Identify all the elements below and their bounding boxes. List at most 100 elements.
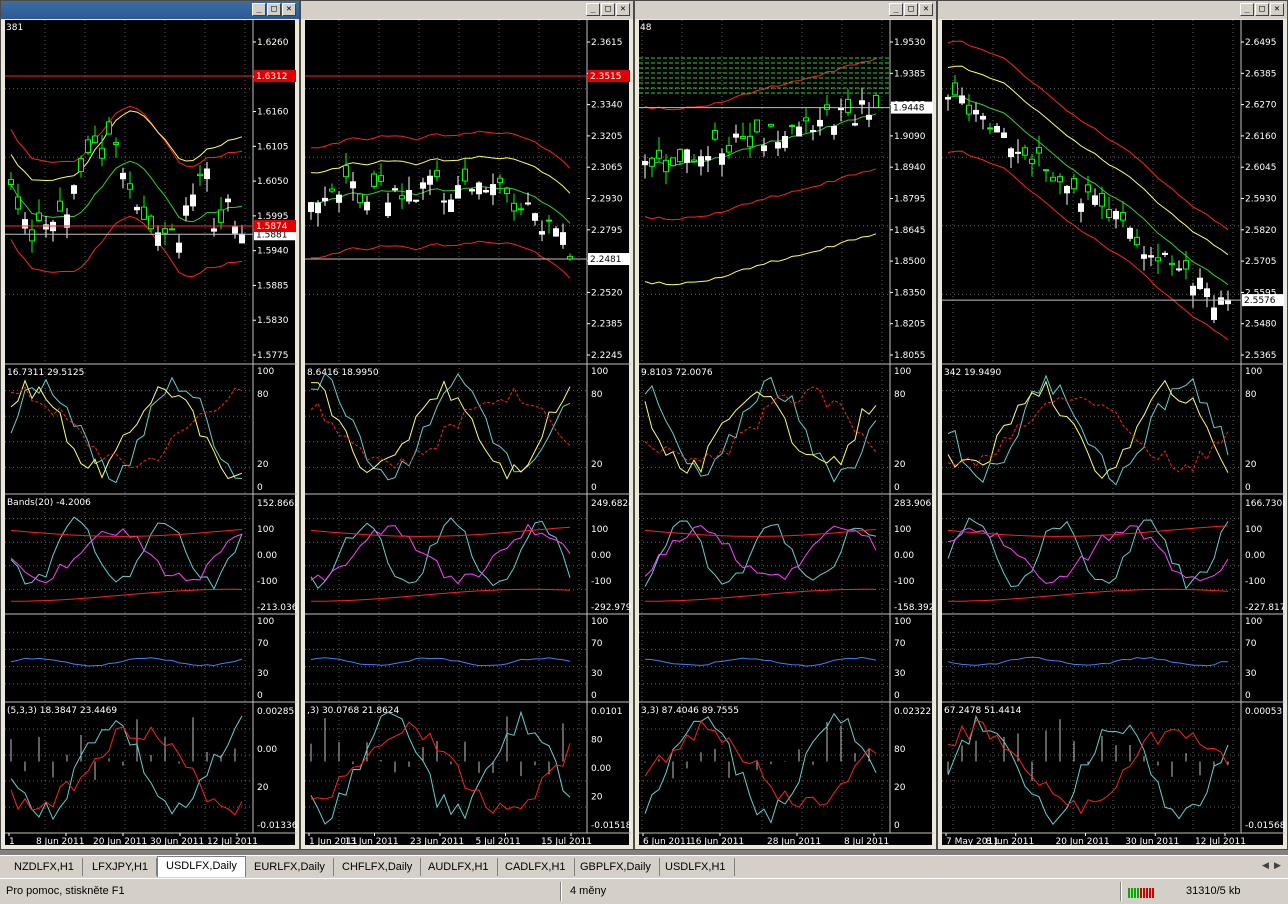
window-titlebar[interactable]: _ □ ✕ xyxy=(1,1,299,19)
chart-plot[interactable]: 1.62601.62151.61601.61051.60501.59951.59… xyxy=(5,20,297,847)
maximize-icon[interactable]: □ xyxy=(601,3,615,16)
candle-body xyxy=(684,149,690,163)
close-icon[interactable]: ✕ xyxy=(919,3,933,16)
minimize-icon[interactable]: _ xyxy=(252,3,266,16)
window-titlebar[interactable]: _ □ ✕ xyxy=(938,1,1287,19)
price-tick-label: 2.6160 xyxy=(1245,132,1277,142)
chart-svg: 2.6495 2.6385 2.6270 2.6160 2.6045 2.5930 2.58… xyxy=(942,20,1285,847)
candle-body xyxy=(1064,185,1070,194)
oscillator-level-label: 20 xyxy=(257,783,269,793)
tab-cadlfx-h1[interactable]: CADLFX,H1 xyxy=(497,858,575,876)
stochastic-header: 9.8103 72.0076 xyxy=(641,368,713,378)
candle-body xyxy=(1148,255,1154,258)
candle-body xyxy=(490,184,496,196)
candle-body xyxy=(497,177,503,184)
status-profile: 4 měny xyxy=(570,885,607,897)
cci-level-label: 100 xyxy=(894,525,911,535)
candle-body xyxy=(336,194,342,203)
price-tick-label: 2.3205 xyxy=(591,132,623,142)
candle-body xyxy=(852,123,858,126)
cci-header: Bands(20) -4.2006 xyxy=(7,498,91,508)
price-tick-label: 2.2520 xyxy=(591,288,623,298)
candle-body xyxy=(747,135,753,148)
cci-level-label: 283.9061 xyxy=(894,499,934,509)
candle-body xyxy=(859,100,865,105)
candle-body xyxy=(1092,195,1098,205)
candle-body xyxy=(1141,254,1147,259)
price-tick-label: 1.6260 xyxy=(257,38,289,48)
price-tick-label: 2.6495 xyxy=(1245,38,1277,48)
candle-body xyxy=(78,158,84,173)
chart-plot[interactable]: 2.36152.34752.33402.32052.30652.29302.27… xyxy=(305,20,631,847)
rsi-line xyxy=(310,657,571,667)
candle-body xyxy=(740,136,746,139)
close-icon[interactable]: ✕ xyxy=(1270,3,1284,16)
candle-body xyxy=(845,98,851,113)
chart-window-4[interactable]: _ □ ✕ 2.6495 2.6385 2.6270 2.6160 2.6045 2.5930… xyxy=(937,0,1288,850)
close-icon[interactable]: ✕ xyxy=(616,3,630,16)
cci-band-lower-line xyxy=(11,588,243,602)
time-tick-label: 12 Jul 2011 xyxy=(1195,837,1246,847)
tab-lfxjpy-h1[interactable]: LFXJPY,H1 xyxy=(84,858,158,876)
chart-plot[interactable]: 2.6495 2.6385 2.6270 2.6160 2.6045 2.5930 2.58… xyxy=(942,20,1285,847)
maximize-icon[interactable]: □ xyxy=(904,3,918,16)
chart-window-3[interactable]: _□✕ 1.95301.93851.92351.90901.89401.8795… xyxy=(634,0,937,850)
cci-level-label: -100 xyxy=(894,577,915,587)
candle-body xyxy=(733,133,739,138)
scroll-left-icon[interactable]: ◀ xyxy=(1262,860,1270,872)
tab-usdlfx-daily[interactable]: USDLFX,Daily xyxy=(157,856,246,877)
rsi-level-label: 30 xyxy=(257,669,269,679)
oscillator-signal-line xyxy=(310,721,571,814)
chart-plot[interactable]: 1.95301.93851.92351.90901.89401.87951.86… xyxy=(639,20,934,847)
time-tick-label: 30 Jun 2011 xyxy=(1125,837,1179,847)
maximize-icon[interactable]: □ xyxy=(1255,3,1269,16)
price-tick-label: 1.9530 xyxy=(894,38,926,48)
chart-window-2[interactable]: _□✕ 2.36152.34752.33402.32052.30652.2930… xyxy=(300,0,634,850)
candle-body xyxy=(1036,147,1042,154)
candle-body xyxy=(455,185,461,199)
candle-body xyxy=(1134,236,1140,246)
stochastic-signal-line xyxy=(310,380,571,480)
scroll-right-icon[interactable]: ▶ xyxy=(1274,860,1282,872)
price-tick-label: 1.8645 xyxy=(894,226,926,236)
stochastic-header: 8.6416 18.9950 xyxy=(307,368,379,378)
candle-body xyxy=(1225,299,1231,305)
window-titlebar[interactable]: _ □ ✕ xyxy=(301,1,633,19)
candle-body xyxy=(1162,252,1168,255)
candle-body xyxy=(1211,307,1217,320)
minimize-icon[interactable]: _ xyxy=(889,3,903,16)
cci-level-label: -100 xyxy=(591,577,612,587)
corner-label: 381 xyxy=(6,23,23,33)
candle-body xyxy=(329,188,335,192)
tab-gbplfx-daily[interactable]: GBPLFX,Daily xyxy=(572,858,660,876)
status-separator xyxy=(1120,882,1122,901)
stochastic-level-label: 0 xyxy=(257,483,263,493)
rsi-level-label: 100 xyxy=(257,617,274,627)
candle-body xyxy=(162,228,168,234)
price-tick-label: 1.5885 xyxy=(257,281,289,291)
close-icon[interactable]: ✕ xyxy=(282,3,296,16)
time-tick-label: 8 Jun 2011 xyxy=(36,837,84,847)
candle-body xyxy=(1204,288,1210,297)
tab-usdlfx-h1[interactable]: USDLFX,H1 xyxy=(657,858,735,876)
time-tick-label: 20 Jun 2011 xyxy=(93,837,147,847)
candle-body xyxy=(15,196,21,210)
candle-body xyxy=(29,229,35,242)
minimize-icon[interactable]: _ xyxy=(586,3,600,16)
candle-body xyxy=(420,182,426,189)
chart-window-1[interactable]: _□✕ 1.62601.62151.61601.61051.60501.5995… xyxy=(0,0,300,850)
candle-body xyxy=(85,139,91,154)
cci-level-label: -227.817 xyxy=(1245,603,1285,613)
window-titlebar[interactable]: _ □ ✕ xyxy=(635,1,936,19)
minimize-icon[interactable]: _ xyxy=(1240,3,1254,16)
cci-level-label: 0.00 xyxy=(257,551,277,561)
chart-tab-bar: NZDLFX,H1 LFXJPY,H1 USDLFX,Daily EURLFX,… xyxy=(0,855,1288,878)
candle-body xyxy=(539,231,545,235)
maximize-icon[interactable]: □ xyxy=(267,3,281,16)
candle-body xyxy=(810,130,816,133)
tab-chflfx-daily[interactable]: CHFLFX,Daily xyxy=(334,858,422,876)
tab-eurlfx-daily[interactable]: EURLFX,Daily xyxy=(246,858,334,876)
candle-body xyxy=(50,221,56,232)
tab-audlfx-h1[interactable]: AUDLFX,H1 xyxy=(420,858,498,876)
tab-nzdlfx-h1[interactable]: NZDLFX,H1 xyxy=(6,858,83,876)
